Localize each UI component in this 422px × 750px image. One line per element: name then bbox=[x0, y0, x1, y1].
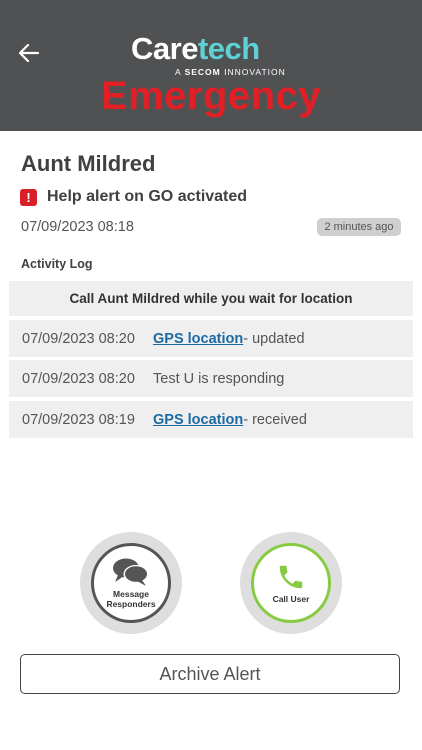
call-user-inner: Call User bbox=[251, 543, 331, 623]
time-ago-badge: 2 minutes ago bbox=[317, 218, 401, 236]
log-entry: 07/09/2023 08:20 GPS location - updated bbox=[9, 320, 413, 357]
log-entry: 07/09/2023 08:19 GPS location - received bbox=[9, 401, 413, 438]
log-entry-time: 07/09/2023 08:20 bbox=[22, 330, 135, 347]
alert-person-name: Aunt Mildred bbox=[21, 151, 156, 176]
message-responders-label: Message Responders bbox=[106, 589, 155, 609]
alert-timestamp: 07/09/2023 08:18 bbox=[21, 219, 134, 235]
chat-bubbles-icon bbox=[113, 558, 149, 586]
activity-log-label: Activity Log bbox=[21, 257, 93, 271]
alert-message-row: ! Help alert on GO activated bbox=[20, 188, 247, 206]
call-user-button[interactable]: Call User bbox=[240, 532, 342, 634]
log-entry-text: Test U is responding bbox=[153, 370, 285, 387]
app-header: Caretech A SECOM INNOVATION Emergency bbox=[0, 0, 422, 131]
log-entry-time: 07/09/2023 08:20 bbox=[22, 370, 135, 387]
log-entry-text: - updated bbox=[243, 330, 305, 347]
exclamation-icon: ! bbox=[20, 188, 37, 206]
page-title: Emergency bbox=[100, 74, 322, 118]
caretech-logo: Caretech A SECOM INNOVATION bbox=[131, 31, 291, 78]
alert-message: Help alert on GO activated bbox=[47, 188, 248, 205]
logo-text-care: Care bbox=[131, 31, 198, 66]
gps-location-link[interactable]: GPS location bbox=[153, 412, 243, 428]
arrow-left-icon bbox=[19, 44, 39, 62]
log-entry-text: - received bbox=[243, 411, 307, 428]
logo-text-tech: tech bbox=[197, 31, 260, 66]
log-entry-time: 07/09/2023 08:19 bbox=[22, 411, 135, 428]
message-responders-button[interactable]: Message Responders bbox=[80, 532, 182, 634]
back-button[interactable] bbox=[14, 38, 44, 68]
phone-icon bbox=[279, 565, 303, 589]
message-responders-label-line2: Responders bbox=[106, 599, 156, 609]
call-user-label: Call User bbox=[272, 594, 310, 604]
gps-location-link[interactable]: GPS location bbox=[153, 331, 243, 347]
message-responders-inner: Message Responders bbox=[91, 543, 171, 623]
archive-alert-button[interactable]: Archive Alert bbox=[20, 654, 400, 694]
activity-log-banner: Call Aunt Mildred while you wait for loc… bbox=[9, 281, 413, 316]
message-responders-label-line1: Message bbox=[113, 589, 149, 599]
log-entry: 07/09/2023 08:20 Test U is responding bbox=[9, 360, 413, 397]
